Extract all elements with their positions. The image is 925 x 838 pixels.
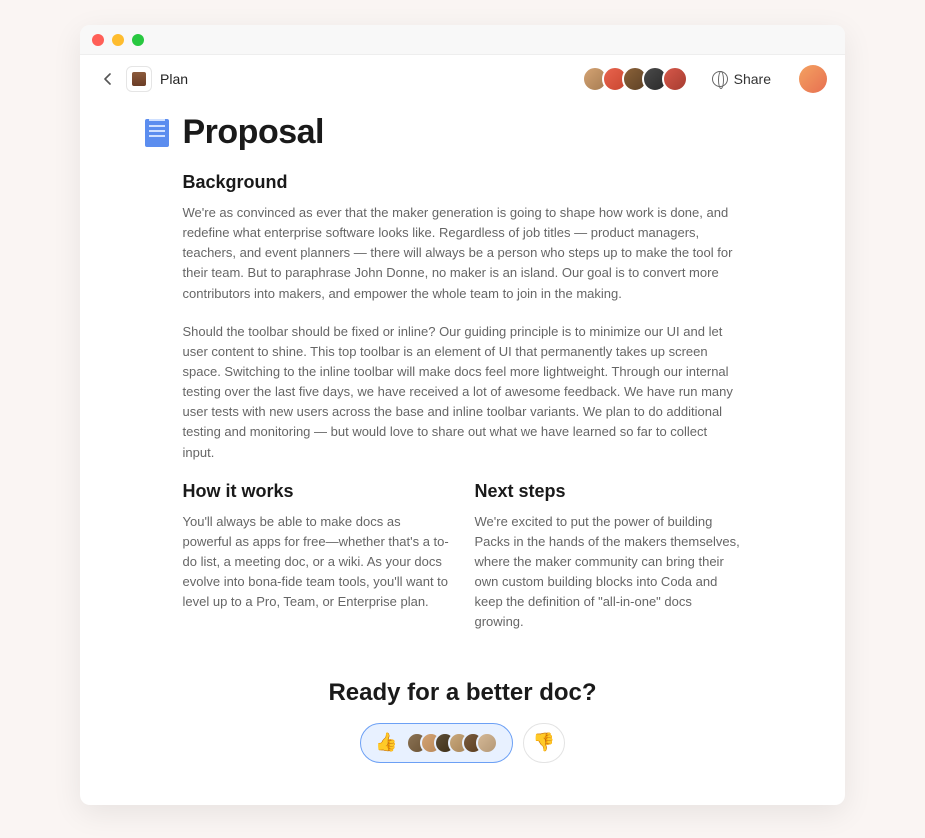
collaborator-avatars[interactable] (582, 66, 688, 92)
titlebar (80, 25, 845, 55)
current-user-avatar[interactable] (799, 65, 827, 93)
globe-icon (712, 71, 728, 87)
thumbs-down-icon: 👎 (533, 732, 555, 753)
share-button[interactable]: Share (712, 71, 771, 87)
paragraph-next-steps[interactable]: We're excited to put the power of buildi… (475, 512, 743, 633)
section-heading-how-it-works[interactable]: How it works (183, 481, 451, 502)
page-title[interactable]: Proposal (183, 113, 324, 152)
document-content: Proposal Background We're as convinced a… (80, 103, 845, 805)
cta-heading[interactable]: Ready for a better doc? (183, 679, 743, 707)
window-close-icon[interactable] (92, 34, 104, 46)
thumbs-down-reaction[interactable]: 👎 (523, 723, 565, 763)
thumbs-up-icon: 👍 (375, 732, 397, 753)
window-minimize-icon[interactable] (112, 34, 124, 46)
reaction-buttons: 👍 👎 (183, 723, 743, 763)
section-heading-background[interactable]: Background (183, 172, 743, 193)
thumbs-up-reaction[interactable]: 👍 (360, 723, 512, 763)
app-window: Plan Share Proposal Background We're as … (80, 25, 845, 805)
collaborator-avatar[interactable] (662, 66, 688, 92)
paragraph-background-2[interactable]: Should the toolbar should be fixed or in… (183, 322, 743, 463)
window-maximize-icon[interactable] (132, 34, 144, 46)
breadcrumb-label[interactable]: Plan (160, 71, 188, 87)
header-bar: Plan Share (80, 55, 845, 103)
share-label: Share (734, 71, 771, 87)
paragraph-background-1[interactable]: We're as convinced as ever that the make… (183, 203, 743, 304)
document-icon (145, 119, 169, 147)
back-button[interactable] (98, 69, 118, 89)
voter-avatars (406, 732, 498, 754)
voter-avatar (476, 732, 498, 754)
paragraph-how-it-works[interactable]: You'll always be able to make docs as po… (183, 512, 451, 613)
chevron-left-icon (104, 73, 112, 85)
section-heading-next-steps[interactable]: Next steps (475, 481, 743, 502)
breadcrumb-doc-icon[interactable] (126, 66, 152, 92)
